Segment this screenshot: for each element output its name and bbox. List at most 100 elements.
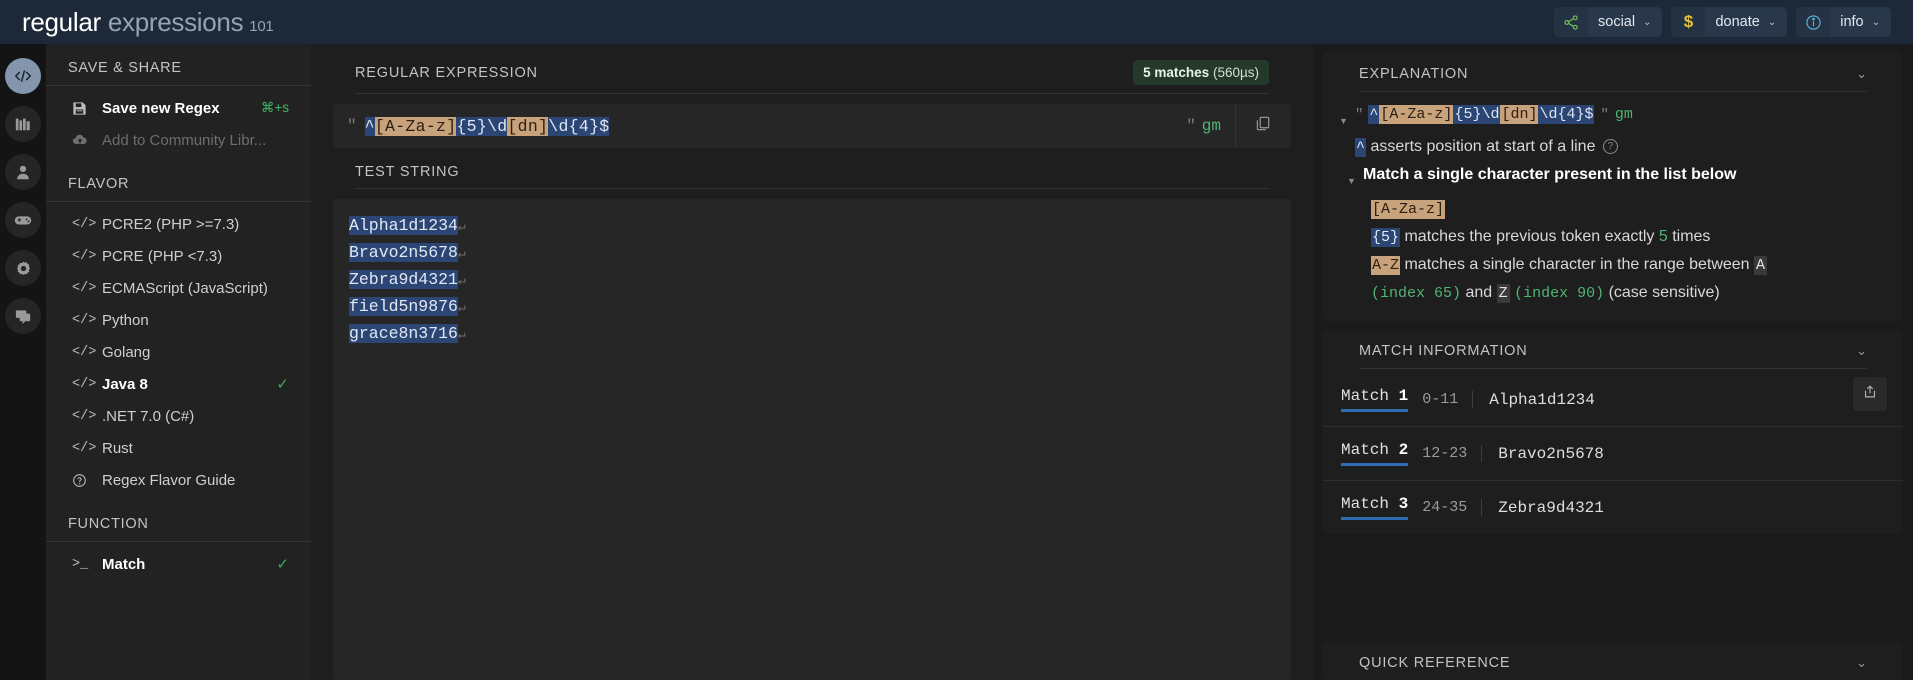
logo-number: 101 bbox=[249, 17, 274, 35]
test-line: Alpha1d1234↵ bbox=[349, 213, 1275, 240]
sidebar-flavor-pcre[interactable]: </> PCRE (PHP <7.3) bbox=[46, 240, 311, 272]
sidebar-item-label: PCRE (PHP <7.3) bbox=[102, 247, 223, 265]
sidebar-function-match[interactable]: >_ Match ✓ bbox=[46, 548, 311, 580]
match-value: Zebra9d4321 bbox=[1498, 498, 1604, 517]
chevron-down-icon: ⌄ bbox=[1643, 16, 1652, 28]
collapse-caret-icon[interactable]: ▼ bbox=[1339, 102, 1355, 133]
rail-item-settings[interactable] bbox=[5, 250, 41, 286]
export-matches-button[interactable] bbox=[1853, 377, 1887, 411]
explanation-list-row: ▼ Match a single character present in th… bbox=[1339, 161, 1887, 195]
sidebar-section-function: FUNCTION bbox=[46, 516, 311, 542]
copy-icon bbox=[1255, 115, 1272, 137]
explanation-header[interactable]: EXPLANATION ⌄ bbox=[1359, 52, 1867, 92]
chevron-down-icon[interactable]: ⌄ bbox=[1856, 655, 1867, 671]
match-count-badge: 5 matches (560µs) bbox=[1133, 60, 1269, 85]
match-row[interactable]: Match 3 24-35 Zebra9d4321 bbox=[1323, 481, 1903, 534]
match-row[interactable]: Match 2 12-23 Bravo2n5678 bbox=[1323, 427, 1903, 481]
social-label: social bbox=[1598, 14, 1636, 30]
sidebar-flavor-ecmascript[interactable]: </> ECMAScript (JavaScript) bbox=[46, 272, 311, 304]
match-information-body: Match 1 0-11 Alpha1d1234 Match 2 12-23 B… bbox=[1323, 369, 1903, 534]
help-icon[interactable]: ? bbox=[1602, 139, 1618, 155]
sidebar-flavor-rust[interactable]: </> Rust bbox=[46, 432, 311, 464]
exp-range-token: A-Z bbox=[1371, 256, 1401, 275]
sidebar-flavor-pcre2[interactable]: </> PCRE2 (PHP >=7.3) bbox=[46, 208, 311, 240]
copy-regex-button[interactable] bbox=[1235, 104, 1291, 148]
match-underline bbox=[1341, 409, 1409, 412]
test-line: Zebra9d4321↵ bbox=[349, 267, 1275, 294]
sidebar-flavor-java8[interactable]: </> Java 8 ✓ bbox=[46, 368, 311, 400]
sidebar-item-add-to-community[interactable]: Add to Community Libr... bbox=[46, 124, 311, 156]
exp-range-index-a: (index 65) bbox=[1371, 285, 1462, 302]
check-icon: ✓ bbox=[276, 376, 289, 393]
regex-flags-area[interactable]: " gm bbox=[1178, 104, 1235, 148]
gamepad-icon bbox=[13, 210, 33, 230]
match-value: Bravo2n5678 bbox=[1498, 444, 1604, 463]
match-information-header[interactable]: MATCH INFORMATION ⌄ bbox=[1359, 329, 1867, 369]
code-icon: </> bbox=[72, 408, 97, 424]
test-match-text: Bravo2n5678 bbox=[349, 243, 458, 262]
sidebar-flavor-dotnet[interactable]: </> .NET 7.0 (C#) bbox=[46, 400, 311, 432]
chevron-down-icon[interactable]: ⌄ bbox=[1856, 343, 1867, 359]
rail-item-account[interactable] bbox=[5, 154, 41, 190]
explanation-panel: EXPLANATION ⌄ ▼ " ^ [A-Za-z] {5}\d [dn] \d{4}… bbox=[1323, 52, 1903, 321]
exp-class-token: [A-Za-z] bbox=[1371, 200, 1446, 219]
exp-range-text: matches a single character in the range … bbox=[1404, 256, 1750, 273]
collapse-caret-icon[interactable]: ▼ bbox=[1347, 161, 1363, 195]
match-label-wrap: Match 3 bbox=[1341, 495, 1409, 520]
test-match-text: field5n9876 bbox=[349, 297, 458, 316]
sidebar-item-label: Python bbox=[102, 311, 149, 329]
newline-icon: ↵ bbox=[457, 327, 466, 342]
test-string-input[interactable]: Alpha1d1234↵ Bravo2n5678↵ Zebra9d4321↵ f… bbox=[333, 199, 1291, 680]
exp-range-index-b: (index 90) bbox=[1514, 285, 1605, 302]
exp-list-title: Match a single character present in the … bbox=[1363, 166, 1737, 183]
exp-token-digits-end: \d{4}$ bbox=[1538, 105, 1595, 124]
rail-item-gamepad[interactable] bbox=[5, 202, 41, 238]
info-menu-button[interactable]: info ⌄ bbox=[1796, 7, 1891, 37]
code-icon: </> bbox=[72, 216, 97, 232]
match-label-wrap: Match 1 bbox=[1341, 387, 1409, 412]
test-line: grace8n3716↵ bbox=[349, 321, 1275, 348]
app-logo[interactable]: regular expressions 101 bbox=[22, 7, 274, 38]
sidebar-section-flavor: FLAVOR bbox=[46, 176, 311, 202]
code-icon: </> bbox=[72, 312, 97, 328]
explanation-quantifier-row: {5} matches the previous token exactly 5… bbox=[1339, 223, 1887, 251]
sidebar-flavor-python[interactable]: </> Python bbox=[46, 304, 311, 336]
test-match-text: grace8n3716 bbox=[349, 324, 458, 343]
match-label-text: Match bbox=[1341, 387, 1390, 405]
test-line: Bravo2n5678↵ bbox=[349, 240, 1275, 267]
regex-section-title: REGULAR EXPRESSION bbox=[355, 64, 538, 81]
header-actions: social ⌄ $ donate ⌄ info ⌄ bbox=[1554, 7, 1891, 37]
sidebar-item-label: .NET 7.0 (C#) bbox=[102, 407, 195, 425]
regex-input-box[interactable]: " ^[A-Za-z]{5}\d[dn]\d{4}$ " gm bbox=[333, 104, 1291, 148]
sidebar: SAVE & SHARE Save new Regex ⌘+s Add to C… bbox=[46, 44, 311, 680]
regex-token-charclass-alpha: [A-Za-z] bbox=[374, 116, 457, 136]
regex-input[interactable]: " ^[A-Za-z]{5}\d[dn]\d{4}$ bbox=[333, 104, 1178, 148]
sidebar-item-save-new-regex[interactable]: Save new Regex ⌘+s bbox=[46, 92, 311, 124]
info-circle-icon bbox=[1796, 7, 1831, 37]
exp-range-sensitivity: (case sensitive) bbox=[1608, 284, 1720, 301]
match-row[interactable]: Match 1 0-11 Alpha1d1234 bbox=[1323, 373, 1903, 427]
donate-menu-button[interactable]: $ donate ⌄ bbox=[1671, 7, 1788, 37]
share-nodes-icon bbox=[1554, 7, 1588, 37]
chevron-down-icon: ⌄ bbox=[1871, 16, 1880, 28]
chevron-down-icon[interactable]: ⌄ bbox=[1856, 66, 1867, 82]
sidebar-item-regex-flavor-guide[interactable]: Regex Flavor Guide bbox=[46, 464, 311, 496]
match-label: Match 1 bbox=[1341, 387, 1408, 405]
code-icon bbox=[13, 66, 33, 86]
sidebar-item-label: ECMAScript (JavaScript) bbox=[102, 279, 268, 297]
sidebar-flavor-golang[interactable]: </> Golang bbox=[46, 336, 311, 368]
regex-flags[interactable]: gm bbox=[1202, 117, 1221, 135]
match-information-title: MATCH INFORMATION bbox=[1359, 343, 1528, 359]
question-circle-icon bbox=[72, 473, 102, 488]
social-menu-button[interactable]: social ⌄ bbox=[1554, 7, 1663, 37]
rail-item-code[interactable] bbox=[5, 58, 41, 94]
editor-pane: REGULAR EXPRESSION 5 matches (560µs) " ^… bbox=[311, 44, 1313, 680]
exp-range-char-a: A bbox=[1754, 256, 1768, 275]
exp-quantifier-token: {5} bbox=[1371, 228, 1401, 247]
quick-reference-header[interactable]: QUICK REFERENCE ⌄ bbox=[1359, 641, 1867, 680]
info-label: info bbox=[1840, 14, 1864, 30]
exp-token-quantifier-digit: {5}\d bbox=[1453, 105, 1501, 124]
rail-item-comments[interactable] bbox=[5, 298, 41, 334]
rail-item-library[interactable] bbox=[5, 106, 41, 142]
test-string-header: TEST STRING bbox=[355, 148, 1269, 189]
